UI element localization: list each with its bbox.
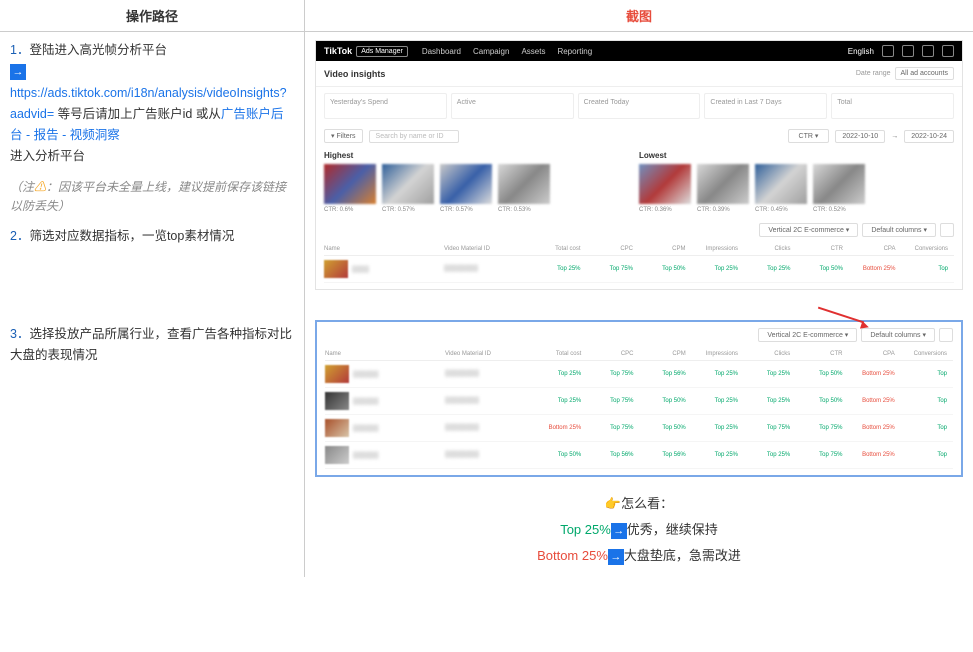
highest-thumb-3[interactable]: CTR: 0.57% — [440, 164, 492, 213]
metric-select[interactable]: CTR ▾ — [788, 129, 830, 143]
highest-col: Highest CTR: 0.6% CTR: 0.57% CTR: 0.57% … — [324, 151, 639, 213]
export-icon[interactable] — [940, 223, 954, 237]
step-text: 登陆进入高光帧分析平台 — [29, 43, 167, 57]
step-text: 进入分析平台 — [10, 149, 85, 163]
legend-top-desc: 优秀，继续保持 — [627, 522, 718, 537]
arrow-right-icon: → — [10, 64, 26, 80]
lowest-thumb-4[interactable]: CTR: 0.52% — [813, 164, 865, 213]
note: （注⚠：因该平台未全量上线，建议提前保存该链接以防丢失） — [10, 178, 294, 216]
steps-column: 1．登陆进入高光帧分析平台 →https://ads.tiktok.com/i1… — [0, 32, 305, 312]
screenshot-1: TikTok Ads Manager Dashboard Campaign As… — [315, 40, 963, 290]
lowest-title: Lowest — [639, 151, 954, 160]
filter-row: ▾ Filters Search by name or ID CTR ▾ 202… — [316, 125, 962, 147]
help-icon[interactable] — [942, 45, 954, 57]
step-num: 3． — [10, 327, 29, 341]
bell-icon[interactable] — [922, 45, 934, 57]
nav-reporting[interactable]: Reporting — [557, 47, 592, 56]
nav-dashboard[interactable]: Dashboard — [422, 47, 461, 56]
highest-thumb-2[interactable]: CTR: 0.57% — [382, 164, 434, 213]
account-select[interactable]: All ad accounts — [895, 67, 954, 80]
pointing-hand-icon: 👉 — [605, 496, 621, 511]
metric-total: Total — [831, 93, 954, 119]
legend-top25: Top 25% — [560, 522, 611, 537]
step-text: 选择投放产品所属行业，查看广告各种指标对比大盘的表现情况 — [10, 327, 292, 362]
metric-active: Active — [451, 93, 574, 119]
arrow-right-icon: → — [608, 549, 624, 565]
step-text: 筛选对应数据指标，一览top素材情况 — [29, 229, 234, 243]
metric-created-7days: Created in Last 7 Days — [704, 93, 827, 119]
step-text: 等号后请加上广告账户id 或从 — [54, 107, 221, 121]
step-2: 2．筛选对应数据指标，一览top素材情况 — [10, 226, 294, 247]
table-controls-highlighted: Vertical 2C E-commerce ▾ Default columns… — [317, 322, 961, 348]
lowest-thumb-3[interactable]: CTR: 0.45% — [755, 164, 807, 213]
step-1: 1．登陆进入高光帧分析平台 →https://ads.tiktok.com/i1… — [10, 40, 294, 168]
metrics-row: Yesterday's Spend Active Created Today C… — [316, 87, 962, 125]
columns-select[interactable]: Default columns ▾ — [862, 223, 936, 237]
page-sub-bar: Video insights Date range All ad account… — [316, 61, 962, 87]
warning-icon: ⚠ — [34, 180, 46, 194]
filters-button[interactable]: ▾ Filters — [324, 129, 363, 143]
date-to[interactable]: 2022-10-24 — [904, 130, 954, 143]
lowest-thumb-2[interactable]: CTR: 0.39% — [697, 164, 749, 213]
columns-select[interactable]: Default columns ▾ — [861, 328, 935, 342]
page-title: Video insights — [324, 69, 385, 79]
vertical-select[interactable]: Vertical 2C E-commerce ▾ — [758, 328, 857, 342]
date-from[interactable]: 2022-10-10 — [835, 130, 885, 143]
legend-title: 怎么看： — [621, 496, 673, 511]
metric-created-today: Created Today — [578, 93, 701, 119]
date-range-label: Date range — [856, 70, 891, 77]
product-label: Ads Manager — [356, 46, 408, 57]
step-3: 3．选择投放产品所属行业，查看广告各种指标对比大盘的表现情况 — [10, 324, 294, 367]
table-row[interactable]: ████ ████████ Top 25% Top 75% Top 50% To… — [324, 256, 954, 283]
nav-campaign[interactable]: Campaign — [473, 47, 509, 56]
table-row: ██████████████Bottom 25%Top 75%Top 50%To… — [325, 415, 953, 442]
highest-thumb-1[interactable]: CTR: 0.6% — [324, 164, 376, 213]
table-header-row: Name Video Material ID Total cost CPC CP… — [324, 243, 954, 256]
search-input[interactable]: Search by name or ID — [369, 130, 459, 143]
brand-logo: TikTok — [324, 46, 352, 56]
high-low-row: Highest CTR: 0.6% CTR: 0.57% CTR: 0.57% … — [316, 147, 962, 217]
table-header: 操作路径 截图 — [0, 0, 973, 32]
step-num: 1． — [10, 43, 29, 57]
vertical-select[interactable]: Vertical 2C E-commerce ▾ — [759, 223, 858, 237]
tiktok-top-bar: TikTok Ads Manager Dashboard Campaign As… — [316, 41, 962, 61]
legend-bottom-desc: 大盘垫底，急需改进 — [624, 548, 741, 563]
legend: 👉怎么看： Top 25%→优秀，继续保持 Bottom 25%→大盘垫底，急需… — [315, 491, 963, 569]
arrow-right-icon: → — [611, 523, 627, 539]
metric-yesterday-spend: Yesterday's Spend — [324, 93, 447, 119]
export-icon[interactable] — [939, 328, 953, 342]
table-row: ██████████████Top 25%Top 75%Top 50%Top 2… — [325, 388, 953, 415]
lowest-col: Lowest CTR: 0.36% CTR: 0.39% CTR: 0.45% … — [639, 151, 954, 213]
data-table-1: Name Video Material ID Total cost CPC CP… — [316, 243, 962, 289]
nav-assets[interactable]: Assets — [521, 47, 545, 56]
data-table-2: Name Video Material ID Total cost CPC CP… — [317, 348, 961, 475]
highest-title: Highest — [324, 151, 639, 160]
header-right: 截图 — [305, 0, 973, 31]
legend-bottom25: Bottom 25% — [537, 548, 608, 563]
table-row: ██████████████Top 50%Top 56%Top 56%Top 2… — [325, 442, 953, 469]
wallet-icon[interactable] — [882, 45, 894, 57]
lowest-thumb-1[interactable]: CTR: 0.36% — [639, 164, 691, 213]
steps-column-2: 3．选择投放产品所属行业，查看广告各种指标对比大盘的表现情况 — [0, 312, 305, 577]
highest-thumb-4[interactable]: CTR: 0.53% — [498, 164, 550, 213]
screenshot-column: TikTok Ads Manager Dashboard Campaign As… — [305, 32, 973, 312]
language-label[interactable]: English — [848, 47, 874, 56]
table-row: ██████████████Top 25%Top 75%Top 56%Top 2… — [325, 361, 953, 388]
step-num: 2． — [10, 229, 29, 243]
folder-icon[interactable] — [902, 45, 914, 57]
table-controls: Vertical 2C E-commerce ▾ Default columns… — [316, 217, 962, 243]
screenshot-2: Vertical 2C E-commerce ▾ Default columns… — [315, 320, 963, 477]
table-header-row: Name Video Material ID Total cost CPC CP… — [325, 348, 953, 361]
header-left: 操作路径 — [0, 0, 305, 31]
